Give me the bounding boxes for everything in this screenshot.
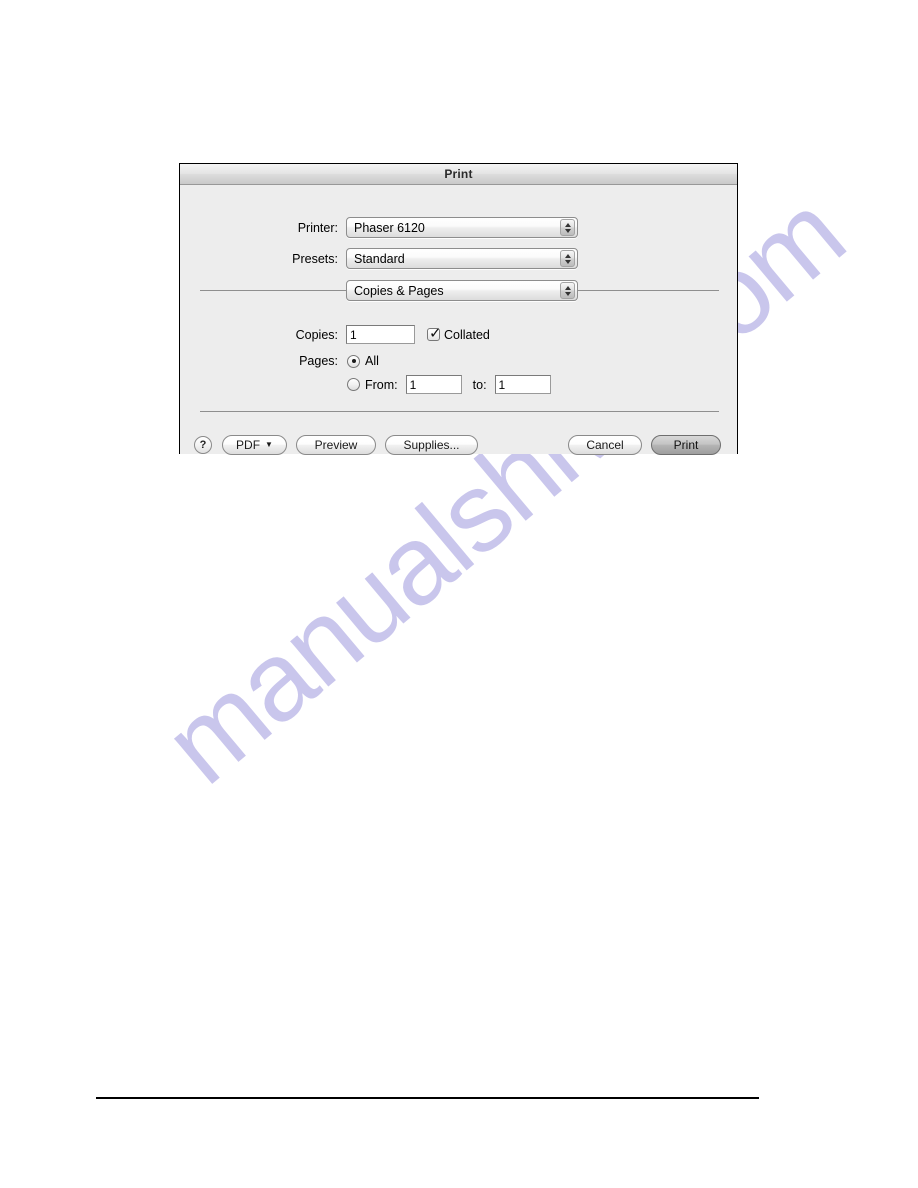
dialog-titlebar: Print [180, 164, 737, 185]
triangle-up-icon [564, 285, 571, 290]
presets-label: Presets: [292, 251, 338, 266]
print-button[interactable]: Print [651, 435, 721, 455]
copies-row: Copies: 1 ✓ Collated [180, 325, 490, 344]
presets-popup-value: Standard [354, 251, 405, 266]
pages-all-radio[interactable] [347, 354, 360, 368]
triangle-down-icon [564, 228, 571, 233]
cancel-button[interactable]: Cancel [568, 435, 642, 455]
pages-from-label: From: [365, 377, 398, 392]
copies-label: Copies: [295, 327, 338, 342]
printer-popup-button[interactable]: Phaser 6120 [346, 217, 578, 238]
dialog-footer-right: Cancel Print [568, 435, 721, 455]
dialog-footer-left: ? PDF ▼ Preview Supplies... [194, 435, 478, 455]
dialog-title: Print [444, 167, 473, 181]
pages-range-radio[interactable] [347, 378, 360, 391]
pages-all-label: All [365, 354, 379, 368]
caret-down-icon: ▼ [265, 440, 273, 449]
pane-popup-button[interactable]: Copies & Pages [346, 280, 578, 301]
pdf-button-label: PDF [236, 438, 261, 452]
collated-label: Collated [444, 327, 490, 342]
printer-label: Printer: [297, 220, 338, 235]
printer-popup-value: Phaser 6120 [354, 220, 425, 235]
check-icon: ✓ [429, 324, 442, 342]
footer-separator [200, 411, 719, 412]
pages-range-row: From: 1 to: 1 [180, 375, 551, 394]
triangle-down-icon [564, 259, 571, 264]
page-footer-rule [96, 1097, 759, 1099]
printer-stepper-icon[interactable] [560, 219, 575, 236]
presets-row: Presets: Standard [180, 248, 600, 269]
presets-popup-button[interactable]: Standard [346, 248, 578, 269]
supplies-button[interactable]: Supplies... [385, 435, 478, 455]
triangle-down-icon [564, 291, 571, 296]
pages-to-label: to: [472, 377, 487, 392]
pages-all-row: Pages: All [180, 354, 379, 368]
presets-stepper-icon[interactable] [560, 250, 575, 267]
printer-row: Printer: Phaser 6120 [180, 217, 600, 238]
pdf-button[interactable]: PDF ▼ [222, 435, 287, 455]
print-dialog: Print Printer: Phaser 6120 Presets: Stan… [179, 163, 738, 455]
pages-from-input[interactable]: 1 [405, 375, 462, 394]
pages-label: Pages: [299, 354, 338, 368]
preview-button[interactable]: Preview [296, 435, 376, 455]
pages-to-input[interactable]: 1 [494, 375, 551, 394]
triangle-up-icon [564, 253, 571, 258]
collated-checkbox[interactable]: ✓ [427, 324, 442, 342]
help-button[interactable]: ? [194, 436, 212, 454]
pane-stepper-icon[interactable] [560, 282, 575, 299]
triangle-up-icon [564, 222, 571, 227]
pane-popup-value: Copies & Pages [354, 283, 444, 298]
copies-input[interactable]: 1 [346, 325, 415, 344]
dialog-body: Printer: Phaser 6120 Presets: Standard C… [180, 185, 737, 455]
